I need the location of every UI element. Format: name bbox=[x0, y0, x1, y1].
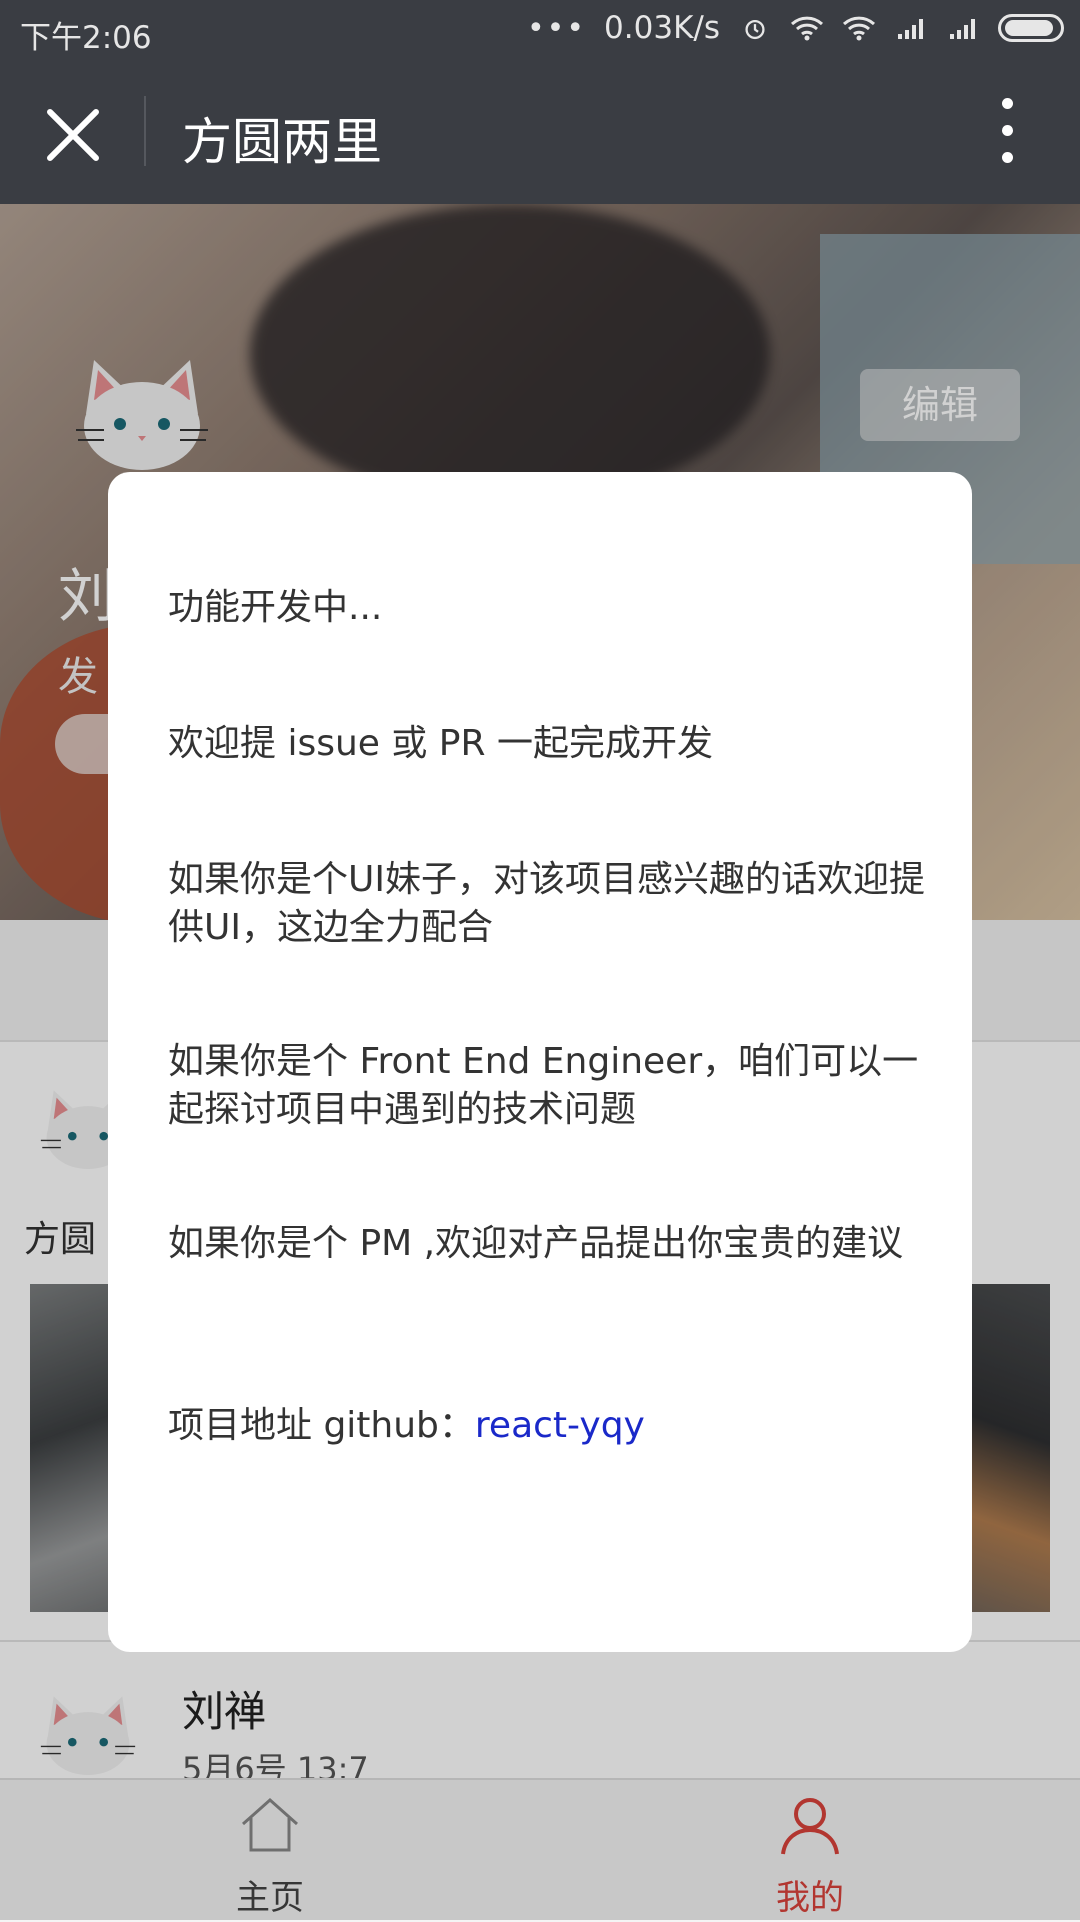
more-notifications-icon: ••• bbox=[526, 10, 587, 46]
github-link[interactable]: react-yqy bbox=[475, 1405, 645, 1446]
status-bar: 下午2:06 ••• 0.03K/s bbox=[0, 0, 1080, 62]
dialog-text: 欢迎提 issue 或 PR 一起完成开发 bbox=[168, 723, 713, 764]
wifi-icon bbox=[842, 16, 876, 41]
nav-divider bbox=[144, 96, 146, 166]
alarm-icon bbox=[745, 19, 765, 40]
github-label: 项目地址 github： bbox=[168, 1405, 475, 1446]
battery-icon bbox=[998, 14, 1064, 42]
dialog-github-line: 项目地址 github：react-yqy bbox=[168, 1402, 928, 1450]
more-vertical-icon[interactable] bbox=[1000, 98, 1014, 168]
status-time: 下午2:06 bbox=[20, 20, 152, 56]
dialog-text: 如果你是个UI妹子，对该项目感兴趣的话欢迎提供UI，这边全力配合 bbox=[168, 859, 925, 948]
network-speed: 0.03K/s bbox=[604, 10, 720, 46]
page-title: 方圆两里 bbox=[182, 113, 382, 171]
close-icon[interactable] bbox=[38, 100, 108, 170]
signal-icon bbox=[950, 19, 975, 39]
wifi-icon bbox=[790, 16, 824, 41]
nav-bar: 方圆两里 bbox=[0, 62, 1080, 204]
info-dialog: 功能开发中... 欢迎提 issue 或 PR 一起完成开发 如果你是个UI妹子… bbox=[108, 472, 972, 1652]
dialog-text: 如果你是个 PM ,欢迎对产品提出你宝贵的建议 bbox=[168, 1223, 904, 1264]
dialog-text: 如果你是个 Front End Engineer，咱们可以一起探讨项目中遇到的技… bbox=[168, 1041, 919, 1130]
dialog-text: 功能开发中... bbox=[168, 587, 383, 628]
status-icons: ••• 0.03K/s bbox=[527, 10, 1064, 46]
signal-icon bbox=[898, 19, 923, 39]
